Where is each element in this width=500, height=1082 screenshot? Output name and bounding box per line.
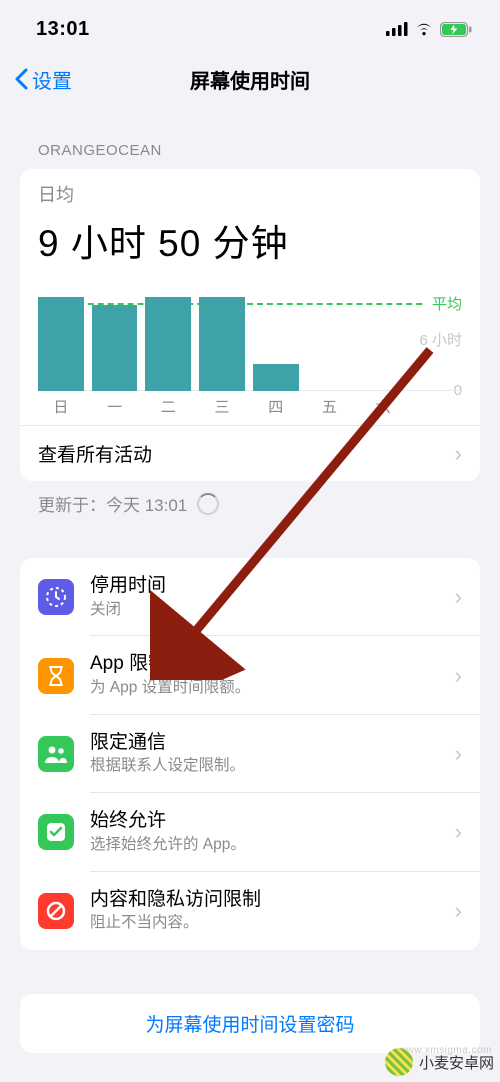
option-subtitle: 关闭 [90, 599, 455, 621]
chart-x-label: 二 [145, 396, 191, 417]
summary-row[interactable]: 日均 9 小时 50 分钟 平均 6 小时 0 日一二三四五六 [20, 169, 480, 425]
watermark: 小麦安卓网 [385, 1048, 494, 1076]
option-row-downtime[interactable]: 停用时间关闭› [20, 558, 480, 636]
check-icon [38, 814, 74, 850]
view-all-label: 查看所有活动 [38, 440, 455, 467]
option-row-check[interactable]: 始终允许选择始终允许的 App。› [20, 793, 480, 871]
option-subtitle: 选择始终允许的 App。 [90, 834, 455, 856]
chart-bar [360, 390, 406, 391]
option-row-people[interactable]: 限定通信根据联系人设定限制。› [20, 715, 480, 793]
option-body: 内容和隐私访问限制阻止不当内容。 [90, 884, 455, 938]
chart-bars [38, 281, 406, 391]
chart-x-label: 日 [38, 396, 84, 417]
option-subtitle: 为 App 设置时间限额。 [90, 677, 455, 699]
option-title: 内容和隐私访问限制 [90, 888, 455, 913]
nosign-icon [38, 893, 74, 929]
option-row-nosign[interactable]: 内容和隐私访问限制阻止不当内容。› [20, 872, 480, 950]
watermark-logo-icon [385, 1048, 413, 1076]
downtime-icon [38, 579, 74, 615]
back-label: 设置 [32, 65, 72, 94]
option-body: 限定通信根据联系人设定限制。 [90, 727, 455, 781]
wifi-icon [414, 22, 434, 36]
option-subtitle: 根据联系人设定限制。 [90, 755, 455, 777]
chevron-right-icon: › [455, 741, 462, 767]
chevron-right-icon: › [455, 441, 462, 467]
chart-avg-label: 平均 [426, 293, 462, 314]
chart-x-label: 三 [199, 396, 245, 417]
chart-x-label: 五 [307, 396, 353, 417]
hourglass-icon [38, 658, 74, 694]
option-title: 停用时间 [90, 574, 455, 599]
chart-x-label: 六 [360, 396, 406, 417]
chart-xaxis: 日一二三四五六 [38, 396, 406, 417]
cellular-icon [386, 22, 408, 36]
option-body: 始终允许选择始终允许的 App。 [90, 805, 455, 859]
chart-x-label: 一 [92, 396, 138, 417]
usage-bar-chart: 平均 6 小时 0 日一二三四五六 [38, 281, 462, 417]
chevron-right-icon: › [455, 898, 462, 924]
status-time: 13:01 [36, 18, 90, 41]
updated-row: 更新于：今天 13:01 [0, 481, 500, 516]
watermark-text: 小麦安卓网 [419, 1052, 494, 1073]
chart-bar [145, 297, 191, 391]
updated-text: 更新于：今天 13:01 [38, 491, 187, 516]
chart-bar [307, 390, 353, 391]
option-title: 限定通信 [90, 731, 455, 756]
option-body: 停用时间关闭 [90, 570, 455, 624]
chart-y-tick-6h: 6 小时 [413, 329, 462, 350]
option-title: App 限额 [90, 652, 455, 677]
back-button[interactable]: 设置 [14, 65, 72, 94]
chevron-right-icon: › [455, 584, 462, 610]
chevron-left-icon [14, 68, 28, 90]
status-bar: 13:01 [0, 0, 500, 50]
chart-x-label: 四 [253, 396, 299, 417]
option-body: App 限额为 App 设置时间限额。 [90, 648, 455, 702]
set-passcode-label: 为屏幕使用时间设置密码 [145, 1015, 354, 1036]
battery-charging-icon [440, 22, 472, 37]
spinner-icon [197, 493, 219, 515]
page-title: 屏幕使用时间 [190, 65, 310, 94]
option-title: 始终允许 [90, 809, 455, 834]
daily-avg-value: 9 小时 50 分钟 [38, 213, 462, 267]
option-subtitle: 阻止不当内容。 [90, 912, 455, 934]
chart-bar [199, 297, 245, 391]
chart-bar [38, 297, 84, 391]
summary-card-group: 日均 9 小时 50 分钟 平均 6 小时 0 日一二三四五六 查看所有活动 › [20, 169, 480, 481]
daily-avg-label: 日均 [38, 181, 462, 207]
section-header: ORANGEOCEAN [0, 108, 500, 169]
nav-bar: 设置 屏幕使用时间 [0, 50, 500, 108]
chevron-right-icon: › [455, 819, 462, 845]
chart-bar [92, 305, 138, 391]
status-icons [386, 22, 472, 37]
option-row-hourglass[interactable]: App 限额为 App 设置时间限额。› [20, 636, 480, 714]
people-icon [38, 736, 74, 772]
options-card-group: 停用时间关闭›App 限额为 App 设置时间限额。›限定通信根据联系人设定限制… [20, 558, 480, 950]
chevron-right-icon: › [455, 663, 462, 689]
chart-bar [253, 364, 299, 392]
view-all-activity-row[interactable]: 查看所有活动 › [20, 425, 480, 481]
